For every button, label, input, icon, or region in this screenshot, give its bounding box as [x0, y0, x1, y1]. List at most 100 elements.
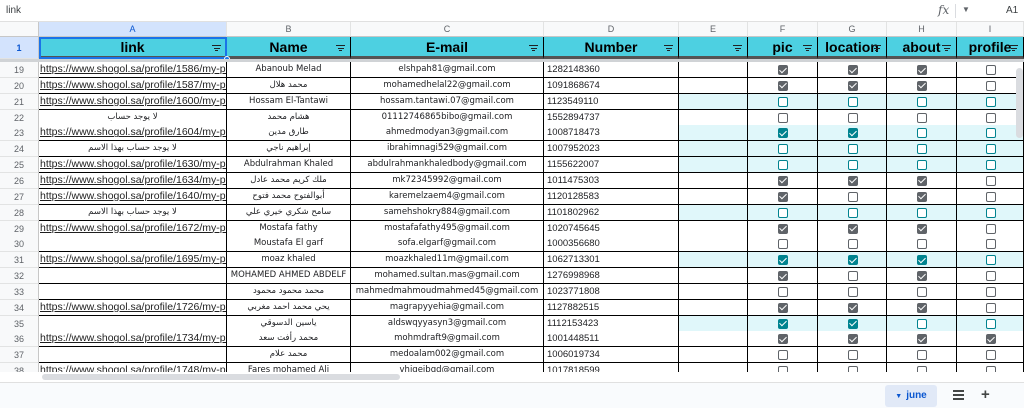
pic-checkbox[interactable]: [778, 175, 788, 186]
email-cell[interactable]: karemelzaem4@gmail.com: [351, 188, 544, 205]
pic-checkbox[interactable]: [778, 239, 788, 250]
empty-cell[interactable]: [679, 157, 748, 174]
name-cell[interactable]: ياسين الدسوقي: [227, 315, 351, 332]
name-cell[interactable]: Abanoub Melad: [227, 62, 351, 78]
number-cell[interactable]: 1062713301: [544, 252, 679, 269]
number-cell[interactable]: 1127882515: [544, 299, 679, 316]
name-cell[interactable]: Fares mohamed Ali: [227, 363, 351, 372]
name-cell[interactable]: Mostafa fathy: [227, 220, 351, 237]
profile-checkbox[interactable]: [986, 160, 996, 171]
row-header[interactable]: 25: [0, 157, 39, 174]
location-checkbox[interactable]: [848, 65, 858, 75]
add-sheet-icon[interactable]: +: [981, 386, 990, 403]
link-cell[interactable]: https://www.shogol.sa/profile/1587/my-pr…: [39, 77, 227, 94]
pic-checkbox[interactable]: [778, 334, 788, 345]
email-cell[interactable]: 0111274686​5bibo@gmail.com: [351, 109, 544, 126]
name-cell[interactable]: Hossam El-Tantawi: [227, 93, 351, 110]
link-cell[interactable]: https://www.shogol.sa/profile/1734/my-pr…: [39, 331, 227, 348]
chevron-down-icon[interactable]: ▼: [895, 393, 902, 400]
location-checkbox[interactable]: [848, 207, 858, 218]
email-cell[interactable]: mk72345992@gmail.com: [351, 172, 544, 189]
location-checkbox[interactable]: [848, 112, 858, 123]
header-cell-g[interactable]: location: [818, 37, 887, 59]
profile-checkbox[interactable]: [986, 334, 996, 345]
header-cell-h[interactable]: about: [887, 37, 957, 59]
about-checkbox[interactable]: [917, 334, 927, 345]
link-cell[interactable]: https://www.shogol.sa/profile/1600/my-pr…: [39, 93, 227, 110]
header-cell-d[interactable]: Number: [544, 37, 679, 59]
link-cell[interactable]: https://www.shogol.sa/profile/1630/my-pr…: [39, 157, 227, 174]
empty-cell[interactable]: [679, 252, 748, 269]
pic-checkbox[interactable]: [778, 65, 788, 75]
header-cell-a[interactable]: link: [39, 37, 227, 59]
email-cell[interactable]: hossam.tantawi.07@gmail.com: [351, 93, 544, 110]
empty-cell[interactable]: [679, 220, 748, 237]
column-header-f[interactable]: F: [748, 22, 818, 37]
location-checkbox[interactable]: [848, 271, 858, 282]
pic-checkbox[interactable]: [778, 96, 788, 107]
horizontal-scrollbar[interactable]: [42, 374, 400, 380]
email-cell[interactable]: elshpah81@gmail.com: [351, 62, 544, 78]
location-checkbox[interactable]: [848, 144, 858, 155]
name-cell[interactable]: محمد رأفت سعد: [227, 331, 351, 348]
number-cell[interactable]: 1006019734: [544, 347, 679, 364]
name-cell[interactable]: سامح شكري خيري علي: [227, 204, 351, 221]
empty-cell[interactable]: [679, 204, 748, 221]
email-cell[interactable]: magrapyyehia@gmail.com: [351, 299, 544, 316]
number-cell[interactable]: 1276998968: [544, 268, 679, 285]
row-header[interactable]: 24: [0, 141, 39, 158]
empty-cell[interactable]: [679, 141, 748, 158]
about-checkbox[interactable]: [917, 302, 927, 313]
sheet-tab-june[interactable]: ▼ june: [885, 385, 937, 407]
empty-cell[interactable]: [679, 283, 748, 300]
profile-checkbox[interactable]: [986, 175, 996, 186]
number-cell[interactable]: 1123549110: [544, 93, 679, 110]
email-cell[interactable]: mohamedhelal22@gmail.com: [351, 77, 544, 94]
number-cell[interactable]: 1017818599: [544, 363, 679, 372]
row-header[interactable]: 22: [0, 109, 39, 126]
row-header[interactable]: 32: [0, 268, 39, 285]
empty-cell[interactable]: [679, 77, 748, 94]
column-header-i[interactable]: I: [957, 22, 1024, 37]
link-cell[interactable]: لا يوجد حساب بهذا الاسم: [39, 141, 227, 158]
name-cell[interactable]: إبراهيم ناجي: [227, 141, 351, 158]
about-checkbox[interactable]: [917, 318, 927, 329]
link-cell[interactable]: [39, 315, 227, 332]
column-header-g[interactable]: G: [818, 22, 887, 37]
location-checkbox[interactable]: [848, 239, 858, 250]
filter-icon[interactable]: [336, 45, 345, 51]
link-cell[interactable]: https://www.shogol.sa/profile/1748/my-pr…: [39, 363, 227, 372]
empty-cell[interactable]: [679, 315, 748, 332]
filter-icon[interactable]: [872, 45, 881, 51]
filter-icon[interactable]: [529, 45, 538, 51]
column-header-h[interactable]: H: [887, 22, 957, 37]
empty-cell[interactable]: [679, 125, 748, 142]
about-checkbox[interactable]: [917, 175, 927, 186]
header-cell-b[interactable]: Name: [227, 37, 351, 59]
pic-checkbox[interactable]: [778, 191, 788, 202]
link-cell[interactable]: لا يوجد حساب بهذا الاسم: [39, 204, 227, 221]
email-cell[interactable]: mohmdraft9@gmail.com: [351, 331, 544, 348]
name-cell[interactable]: يحي محمد احمد مغربي: [227, 299, 351, 316]
row-header[interactable]: 34: [0, 299, 39, 316]
link-cell[interactable]: https://www.shogol.sa/profile/1586/my-pr…: [39, 62, 227, 78]
row-header[interactable]: 23: [0, 125, 39, 142]
about-checkbox[interactable]: [917, 160, 927, 171]
about-checkbox[interactable]: [917, 286, 927, 297]
row-header[interactable]: 28: [0, 204, 39, 221]
name-cell[interactable]: Abdulrahman Khaled: [227, 157, 351, 174]
number-cell[interactable]: 1552894737: [544, 109, 679, 126]
link-cell[interactable]: [39, 347, 227, 364]
number-cell[interactable]: 1155622007: [544, 157, 679, 174]
location-checkbox[interactable]: [848, 286, 858, 297]
location-checkbox[interactable]: [848, 160, 858, 171]
vertical-scrollbar[interactable]: [1016, 68, 1023, 138]
row-header-1[interactable]: 1: [0, 37, 39, 59]
empty-cell[interactable]: [679, 93, 748, 110]
name-cell[interactable]: أبوالفتوح محمد فتوح: [227, 188, 351, 205]
email-cell[interactable]: sofa.elgarf@gmail.com: [351, 236, 544, 253]
location-checkbox[interactable]: [848, 350, 858, 361]
link-cell[interactable]: https://www.shogol.sa/profile/1640/my-pr…: [39, 188, 227, 205]
number-cell[interactable]: 1007952023: [544, 141, 679, 158]
profile-checkbox[interactable]: [986, 128, 996, 139]
